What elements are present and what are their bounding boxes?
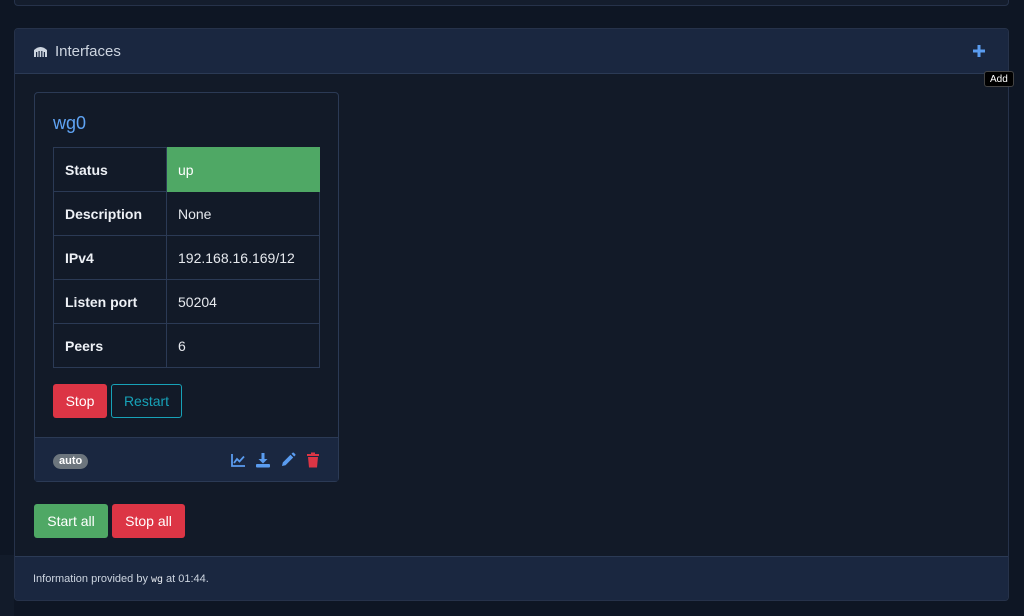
- row-value: 6: [166, 323, 320, 368]
- trash-icon[interactable]: [305, 452, 321, 468]
- previous-panel: [14, 0, 1009, 6]
- row-value: 192.168.16.169/12: [166, 235, 320, 280]
- plus-icon: [973, 45, 985, 57]
- panel-footer: Information provided by wg at 01:44.: [15, 556, 1008, 600]
- footer-tool: wg: [150, 573, 163, 585]
- edit-pencil-icon[interactable]: [280, 452, 296, 468]
- interface-card: wg0 Status up Description None IPv4 192.…: [34, 92, 339, 482]
- footer-prefix: Information provided by: [33, 573, 148, 585]
- row-key: IPv4: [53, 235, 167, 280]
- start-all-button[interactable]: Start all: [34, 504, 108, 538]
- panel-title: Interfaces: [55, 42, 121, 60]
- table-row: IPv4 192.168.16.169/12: [53, 235, 320, 280]
- table-row: Peers 6: [53, 323, 320, 368]
- row-key: Description: [53, 191, 167, 236]
- row-key: Listen port: [53, 279, 167, 324]
- footer-suffix: at 01:44.: [166, 573, 209, 585]
- add-tooltip: Add: [984, 71, 1014, 87]
- interface-info-table: Status up Description None IPv4 192.168.…: [53, 147, 320, 368]
- interface-name[interactable]: wg0: [53, 113, 86, 134]
- table-row: Status up: [53, 147, 320, 192]
- background-strip: [0, 555, 14, 616]
- network-icon: [34, 47, 47, 57]
- stop-button[interactable]: Stop: [53, 384, 107, 418]
- stop-all-button[interactable]: Stop all: [112, 504, 185, 538]
- auto-badge: auto: [53, 454, 89, 469]
- panel-body: wg0 Status up Description None IPv4 192.…: [15, 74, 1008, 556]
- row-value: None: [166, 191, 320, 236]
- chart-line-icon[interactable]: [230, 452, 246, 468]
- row-value: 50204: [166, 279, 320, 324]
- row-key: Peers: [53, 323, 167, 368]
- interfaces-panel: Interfaces wg0 Status up Description Non…: [14, 28, 1009, 601]
- card-footer: auto: [35, 437, 338, 481]
- row-key: Status: [53, 147, 167, 192]
- panel-header: Interfaces: [15, 29, 1008, 74]
- table-row: Listen port 50204: [53, 279, 320, 324]
- table-row: Description None: [53, 191, 320, 236]
- restart-button[interactable]: Restart: [111, 384, 182, 418]
- add-button[interactable]: [970, 41, 988, 61]
- status-value: up: [166, 147, 320, 192]
- download-icon[interactable]: [255, 452, 271, 468]
